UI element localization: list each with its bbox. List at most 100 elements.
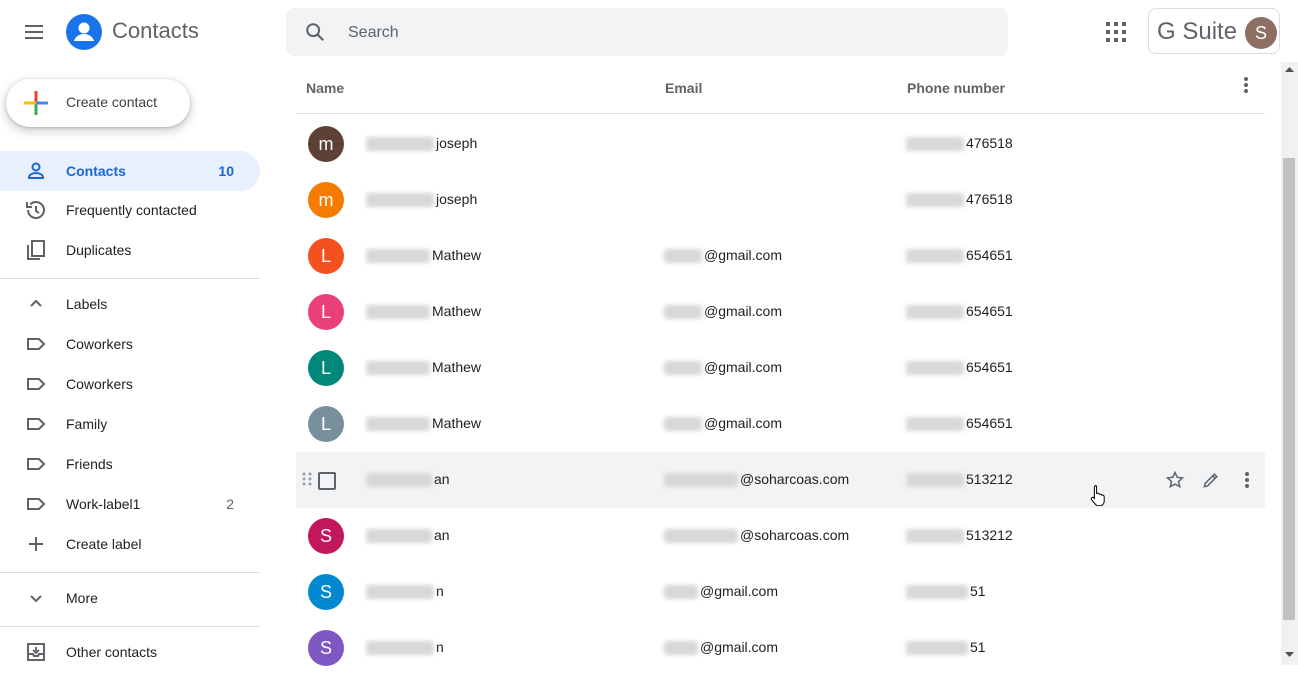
contact-phone: 654651	[906, 247, 1013, 264]
contact-row[interactable]: L Mathew @gmail.com 654651	[296, 284, 1265, 340]
contact-phone: 654651	[906, 359, 1013, 376]
label-icon	[24, 372, 48, 396]
contact-name: an	[366, 471, 450, 488]
contact-row[interactable]: S an @soharcoas.com 513212	[296, 508, 1265, 564]
contact-name: Mathew	[366, 247, 481, 264]
contact-avatar[interactable]: m	[308, 126, 344, 162]
contacts-logo-icon	[66, 14, 102, 50]
account-switcher[interactable]: G Suite S	[1148, 8, 1280, 54]
create-label-button[interactable]: Create label	[0, 524, 260, 564]
sidebar-item-label: Friends	[66, 456, 113, 472]
scrollbar-thumb[interactable]	[1283, 158, 1295, 620]
contact-avatar[interactable]: L	[308, 406, 344, 442]
contact-phone: 654651	[906, 303, 1013, 320]
contact-phone: 476518	[906, 135, 1013, 152]
sidebar-divider	[0, 278, 260, 279]
apps-grid-icon[interactable]	[1105, 21, 1127, 48]
chevron-down-icon	[24, 586, 48, 610]
contact-row[interactable]: m joseph 476518	[296, 116, 1265, 172]
labels-header-text: Labels	[66, 296, 108, 312]
account-avatar[interactable]: S	[1245, 17, 1277, 49]
contact-avatar[interactable]: L	[308, 294, 344, 330]
create-contact-button[interactable]: Create contact	[6, 79, 190, 127]
create-label-text: Create label	[66, 536, 142, 552]
sidebar-item-frequently-contacted[interactable]: Frequently contacted	[0, 190, 260, 230]
contact-email: @gmail.com	[664, 359, 782, 376]
more-actions-icon[interactable]	[1237, 470, 1257, 495]
contact-phone: 513212	[906, 471, 1013, 488]
contact-row[interactable]: L Mathew @gmail.com 654651	[296, 228, 1265, 284]
archive-icon	[24, 640, 48, 664]
label-icon	[24, 452, 48, 476]
contact-email: @gmail.com	[664, 247, 782, 264]
search-bar[interactable]	[286, 8, 1008, 58]
contact-row[interactable]: L Mathew @gmail.com 654651	[296, 396, 1265, 452]
column-header-email[interactable]: Email	[665, 80, 702, 96]
label-icon	[24, 332, 48, 356]
contact-row-hovered[interactable]: an @soharcoas.com 513212	[296, 452, 1265, 508]
drag-handle-icon[interactable]	[302, 471, 312, 492]
scrollbar[interactable]	[1281, 62, 1298, 665]
sidebar-item-label: Frequently contacted	[66, 202, 197, 218]
main-menu-icon[interactable]	[22, 20, 46, 44]
contact-name: Mathew	[366, 415, 481, 432]
contact-avatar[interactable]: S	[308, 574, 344, 610]
label-count: 2	[226, 496, 234, 512]
row-actions	[1155, 468, 1265, 492]
contact-email: @gmail.com	[664, 583, 778, 600]
contact-row[interactable]: S n @gmail.com 51	[296, 564, 1265, 620]
contact-email: @gmail.com	[664, 639, 778, 656]
contact-name: an	[366, 527, 450, 544]
contact-row[interactable]: L Mathew @gmail.com 654651	[296, 340, 1265, 396]
create-contact-label: Create contact	[66, 94, 158, 110]
contact-row[interactable]: S n @gmail.com 51	[296, 620, 1265, 676]
scroll-up-arrow-icon[interactable]	[1285, 66, 1294, 72]
contact-name: joseph	[366, 135, 477, 152]
sidebar-item-label-coworkers[interactable]: Coworkers	[0, 324, 260, 364]
sidebar-item-duplicates[interactable]: Duplicates	[0, 230, 260, 270]
contact-avatar[interactable]: L	[308, 238, 344, 274]
chevron-up-icon	[24, 292, 48, 316]
contact-phone: 654651	[906, 415, 1013, 432]
edit-icon[interactable]	[1201, 470, 1221, 495]
header-divider	[296, 113, 1265, 114]
contact-email: @soharcoas.com	[664, 527, 849, 544]
hand-cursor-icon	[1090, 484, 1108, 511]
more-toggle[interactable]: More	[0, 578, 260, 618]
search-input[interactable]	[346, 8, 950, 58]
contact-avatar[interactable]: S	[308, 518, 344, 554]
contact-avatar[interactable]: L	[308, 350, 344, 386]
sidebar-item-label: Coworkers	[66, 376, 133, 392]
contact-avatar[interactable]: m	[308, 182, 344, 218]
contact-name: n	[366, 583, 444, 600]
list-options-more-icon[interactable]	[1236, 75, 1256, 95]
star-icon[interactable]	[1165, 470, 1185, 495]
sidebar-divider	[0, 572, 260, 573]
label-icon	[24, 412, 48, 436]
sidebar-item-label-coworkers[interactable]: Coworkers	[0, 364, 260, 404]
row-select-checkbox[interactable]	[318, 472, 336, 490]
sidebar-item-label-family[interactable]: Family	[0, 404, 260, 444]
search-icon[interactable]	[304, 21, 326, 48]
contact-phone: 476518	[906, 191, 1013, 208]
contact-name: Mathew	[366, 303, 481, 320]
contact-email: @soharcoas.com	[664, 471, 849, 488]
sidebar-item-label: Duplicates	[66, 242, 132, 258]
column-header-name[interactable]: Name	[306, 80, 344, 96]
contact-phone: 51	[906, 583, 986, 600]
sidebar-item-label: Work-label1	[66, 496, 141, 512]
column-header-phone[interactable]: Phone number	[907, 80, 1005, 96]
sidebar-item-label-friends[interactable]: Friends	[0, 444, 260, 484]
sidebar-item-contacts[interactable]: Contacts 10	[0, 151, 260, 191]
plus-icon	[24, 91, 48, 115]
scroll-down-arrow-icon[interactable]	[1285, 652, 1294, 658]
sidebar-divider	[0, 626, 260, 627]
labels-header[interactable]: Labels	[0, 284, 260, 324]
sidebar-item-label-work-label1[interactable]: Work-label1 2	[0, 484, 260, 524]
sidebar-item-other-contacts[interactable]: Other contacts	[0, 632, 260, 672]
contact-row[interactable]: m joseph 476518	[296, 172, 1265, 228]
add-icon	[24, 532, 48, 556]
contact-avatar[interactable]: S	[308, 630, 344, 666]
label-icon	[24, 492, 48, 516]
gsuite-brand: G Suite	[1157, 18, 1238, 45]
